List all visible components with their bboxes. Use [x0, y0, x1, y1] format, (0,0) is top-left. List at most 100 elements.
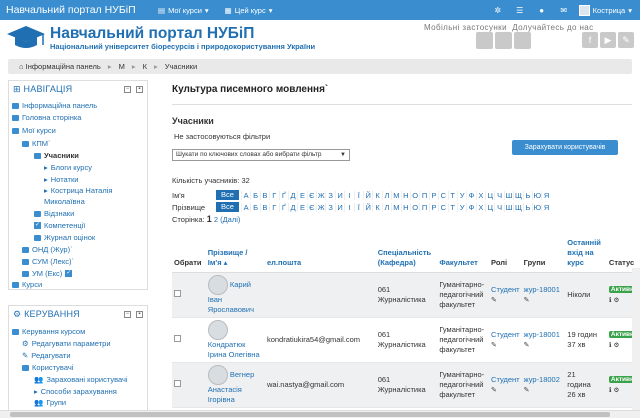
group-link[interactable]: жур-18001 [524, 330, 560, 339]
user-menu[interactable]: Кострица ▾ [575, 4, 640, 16]
vertical-scrollbar[interactable] [632, 268, 640, 410]
col-name[interactable]: Прізвище / Ім'я ▴ [205, 236, 265, 273]
lastname-initial-link[interactable]: Ф [466, 202, 475, 212]
pencil-icon[interactable]: ✎ [524, 387, 530, 394]
gear-icon[interactable]: ⚙ [614, 297, 620, 304]
lastname-initial-link[interactable]: П [419, 202, 428, 212]
firstname-initial-link[interactable]: О [409, 190, 419, 200]
lastname-initial-link[interactable]: Ш [503, 202, 513, 212]
firstname-initial-link[interactable]: Є [306, 190, 316, 200]
sidebar-item-course-um[interactable]: УМ (Екс) ✓ [22, 269, 73, 278]
sliders-icon[interactable]: ☰ [509, 6, 531, 15]
lastname-initial-link[interactable]: Ж [316, 202, 325, 212]
pencil-icon[interactable]: ✎ [491, 387, 497, 394]
youtube-icon[interactable]: ▶ [600, 32, 616, 48]
horizontal-scrollbar[interactable] [0, 410, 640, 418]
firstname-initial-link[interactable]: У [456, 190, 466, 200]
col-speciality[interactable]: Спеціальність (Кафедра) [375, 236, 438, 273]
sidebar-item-notes[interactable]: ▸ Нотатки [44, 175, 78, 184]
firstname-initial-link[interactable]: Р [428, 190, 438, 200]
next-page-link[interactable]: (Далі) [220, 215, 240, 224]
firstname-initial-link[interactable]: Д [287, 190, 297, 200]
user-name-link[interactable]: Вегнер [230, 370, 254, 379]
firstname-initial-link[interactable]: Ж [316, 190, 325, 200]
role-link[interactable]: Студент [491, 285, 520, 294]
firstname-initial-link[interactable]: Ч [494, 190, 503, 200]
site-title[interactable]: Навчальний портал НУБіП [50, 25, 254, 43]
collapse-icon[interactable]: − [124, 85, 131, 93]
col-faculty[interactable]: Факультет [437, 236, 490, 273]
lastname-initial-link[interactable]: Г [269, 202, 278, 212]
sidebar-item-course-kpm[interactable]: КПМ` [22, 139, 51, 148]
sidebar-item-course-sum[interactable]: СУМ (Лекс)` [22, 257, 74, 266]
android-icon[interactable] [495, 32, 512, 49]
pencil-icon[interactable]: ✎ [491, 297, 497, 304]
firstname-all-button[interactable]: Все [216, 190, 239, 200]
firstname-initial-link[interactable]: П [419, 190, 428, 200]
notifications-icon[interactable]: ● [531, 6, 553, 15]
firstname-initial-link[interactable]: К [372, 190, 381, 200]
navbar-brand[interactable]: Навчальний портал НУБіП [0, 4, 150, 16]
firstname-initial-link[interactable]: Х [475, 190, 485, 200]
lastname-initial-link[interactable]: Ю [532, 202, 541, 212]
firstname-initial-link[interactable]: Щ [513, 190, 522, 200]
lastname-initial-link[interactable]: Т [447, 202, 457, 212]
firstname-initial-link[interactable]: І [344, 190, 353, 200]
firstname-initial-link[interactable]: И [334, 190, 344, 200]
avatar[interactable] [207, 275, 228, 295]
facebook-icon[interactable]: f [582, 32, 598, 48]
avatar[interactable] [207, 365, 228, 385]
firstname-initial-link[interactable]: Ї [353, 190, 363, 200]
page-2-link[interactable]: 2 [214, 215, 218, 224]
firstname-initial-link[interactable]: А [240, 190, 250, 200]
info-icon[interactable]: ℹ [609, 387, 611, 394]
sidebar-item-competencies[interactable]: ✓ Компетенції [34, 221, 85, 230]
group-link[interactable]: жур-18001 [524, 285, 560, 294]
lastname-initial-link[interactable]: С [438, 202, 447, 212]
row-select-checkbox[interactable] [174, 290, 181, 297]
lastname-initial-link[interactable]: Х [475, 202, 485, 212]
pencil-icon[interactable]: ✎ [524, 297, 530, 304]
dock-icon[interactable]: ▪ [136, 85, 143, 93]
breadcrumb-item-k[interactable]: К [136, 59, 154, 74]
collapse-icon[interactable]: − [124, 310, 131, 318]
lastname-initial-link[interactable]: Н [400, 202, 410, 212]
graduation-cap-logo-icon[interactable] [6, 24, 46, 52]
user-name-link[interactable]: Карий [230, 280, 251, 289]
enrol-users-button[interactable]: Зарахувати користувачів [512, 140, 618, 155]
lastname-initial-link[interactable]: К [372, 202, 381, 212]
firstname-initial-link[interactable]: Л [381, 190, 391, 200]
firstname-initial-link[interactable]: Н [400, 190, 410, 200]
firstname-initial-link[interactable]: Ш [503, 190, 513, 200]
gear-icon[interactable]: ⚙ [614, 387, 620, 394]
lastname-initial-link[interactable]: М [391, 202, 400, 212]
scrollbar-thumb[interactable] [10, 412, 610, 417]
lastname-initial-link[interactable]: І [344, 202, 353, 212]
lastname-initial-link[interactable]: Й [363, 202, 372, 212]
sidebar-item-courses[interactable]: Курси [12, 280, 42, 289]
col-email[interactable]: ел.пошта [264, 236, 376, 273]
admin-item-enrolled-users[interactable]: 👥 Зараховані користувачі [34, 375, 128, 384]
role-link[interactable]: Студент [491, 375, 520, 384]
firstname-initial-link[interactable]: Я [541, 190, 550, 200]
firstname-initial-link[interactable]: М [391, 190, 400, 200]
admin-item-course-admin[interactable]: Керування курсом [12, 327, 85, 336]
admin-item-users[interactable]: Користувачі [22, 363, 73, 372]
lastname-initial-link[interactable]: И [334, 202, 344, 212]
firstname-initial-link[interactable]: Ю [532, 190, 541, 200]
lastname-initial-link[interactable]: В [259, 202, 269, 212]
sidebar-item-dashboard[interactable]: Інформаційна панель [12, 101, 97, 110]
firstname-initial-link[interactable]: Ц [485, 190, 494, 200]
apple-icon[interactable] [476, 32, 493, 49]
my-courses-menu[interactable]: ▤ Мої курси ▾ [150, 6, 217, 15]
firstname-initial-link[interactable]: С [438, 190, 447, 200]
lastname-initial-link[interactable]: У [456, 202, 466, 212]
filter-search-select[interactable]: Шукати по ключових словах або вибрати фі… [172, 149, 350, 161]
sidebar-item-home[interactable]: Головна сторінка [12, 113, 81, 122]
info-icon[interactable]: ℹ [609, 342, 611, 349]
lastname-initial-link[interactable]: Ґ [278, 202, 288, 212]
row-select-checkbox[interactable] [174, 335, 181, 342]
sidebar-item-user[interactable]: ▸ Кострица Наталія [44, 186, 112, 195]
windows-icon[interactable] [514, 32, 531, 49]
admin-item-enrolment-methods[interactable]: ▸ Способи зарахування [34, 387, 117, 396]
